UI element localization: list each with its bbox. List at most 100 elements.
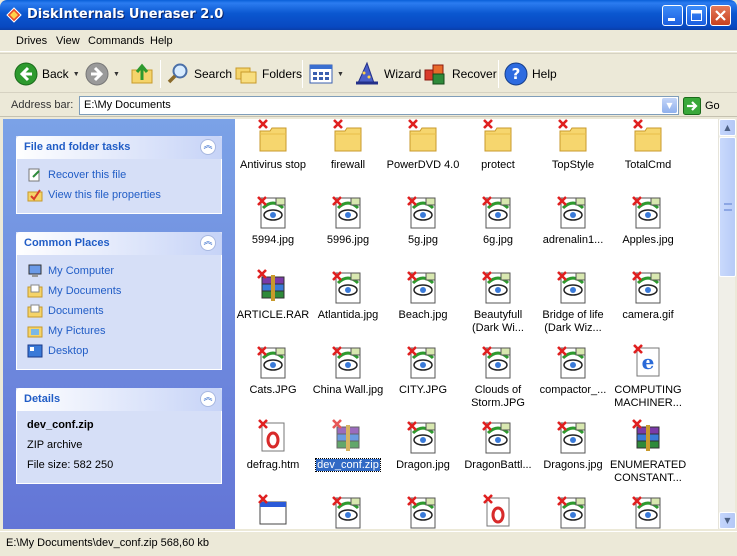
collapse-chevron-icon[interactable]: ︽ bbox=[200, 391, 216, 407]
place-my-computer[interactable]: My Computer bbox=[27, 261, 211, 281]
views-button[interactable]: ▼ bbox=[309, 59, 344, 89]
address-value: E:\My Documents bbox=[84, 99, 171, 111]
collapse-chevron-icon[interactable]: ︽ bbox=[200, 139, 216, 155]
menu-help[interactable]: Help bbox=[150, 35, 173, 47]
folder-file-icon bbox=[556, 119, 590, 155]
file-item[interactable]: Cats.JPG bbox=[235, 344, 311, 397]
documents-folder-icon bbox=[27, 304, 43, 318]
vertical-scrollbar[interactable]: ▲ ▼ bbox=[718, 119, 736, 529]
file-item[interactable] bbox=[535, 494, 611, 529]
file-name: 5996.jpg bbox=[310, 234, 386, 247]
file-item[interactable]: PowerDVD 4.0 bbox=[385, 119, 461, 172]
file-item[interactable]: ENUMERATED CONSTANT... bbox=[610, 419, 686, 485]
file-item[interactable]: Dragon.jpg bbox=[385, 419, 461, 472]
file-item[interactable]: Clouds of Storm.JPG bbox=[460, 344, 536, 410]
file-item[interactable]: CITY.JPG bbox=[385, 344, 461, 397]
scroll-down-button[interactable]: ▼ bbox=[719, 512, 736, 529]
file-item[interactable]: Beautyfull (Dark Wi... bbox=[460, 269, 536, 335]
folders-label: Folders bbox=[262, 67, 303, 81]
maximize-button[interactable] bbox=[686, 5, 707, 26]
views-icon bbox=[309, 64, 333, 84]
file-item[interactable] bbox=[460, 494, 536, 529]
forward-arrow-icon bbox=[85, 62, 109, 86]
forward-dropdown-icon[interactable]: ▼ bbox=[113, 71, 120, 78]
file-item[interactable]: ARTICLE.RAR bbox=[235, 269, 311, 322]
file-item[interactable]: e COMPUTING MACHINER... bbox=[610, 344, 686, 410]
menu-commands[interactable]: Commands bbox=[88, 35, 144, 47]
details-header[interactable]: Details ︽ bbox=[16, 388, 222, 411]
place-my-pictures[interactable]: My Pictures bbox=[27, 321, 211, 341]
help-button[interactable]: ? Help bbox=[504, 59, 557, 89]
search-button[interactable]: Search bbox=[166, 59, 232, 89]
file-name: 5g.jpg bbox=[385, 234, 461, 247]
views-dropdown-icon[interactable]: ▼ bbox=[337, 71, 344, 78]
task-view-properties[interactable]: View this file properties bbox=[27, 185, 211, 205]
search-label: Search bbox=[194, 67, 233, 81]
place-desktop[interactable]: Desktop bbox=[27, 341, 211, 361]
file-item[interactable]: Dragons.jpg bbox=[535, 419, 611, 472]
file-name: Dragons.jpg bbox=[535, 459, 611, 472]
file-item[interactable]: DragonBattl... bbox=[460, 419, 536, 472]
file-item[interactable]: 6g.jpg bbox=[460, 194, 536, 247]
file-item[interactable]: Atlantida.jpg bbox=[310, 269, 386, 322]
file-item[interactable]: 5g.jpg bbox=[385, 194, 461, 247]
file-item[interactable]: camera.gif bbox=[610, 269, 686, 322]
place-documents[interactable]: Documents bbox=[27, 301, 211, 321]
file-name-text: 6g.jpg bbox=[483, 234, 513, 246]
up-folder-button[interactable] bbox=[130, 59, 154, 89]
image-file-icon bbox=[331, 194, 365, 230]
file-item[interactable] bbox=[310, 494, 386, 529]
svg-text:?: ? bbox=[512, 65, 521, 83]
file-item[interactable]: firewall bbox=[310, 119, 386, 172]
file-item[interactable]: compactor_... bbox=[535, 344, 611, 397]
file-item[interactable]: adrenalin1... bbox=[535, 194, 611, 247]
menu-drives[interactable]: Drives bbox=[16, 35, 47, 47]
place-my-documents[interactable]: My Documents bbox=[27, 281, 211, 301]
file-tasks-header[interactable]: File and folder tasks ︽ bbox=[16, 136, 222, 159]
file-item[interactable]: protect bbox=[460, 119, 536, 172]
folders-button[interactable]: Folders bbox=[234, 59, 302, 89]
back-dropdown-icon[interactable]: ▼ bbox=[73, 71, 80, 78]
status-text: E:\My Documents\dev_conf.zip 568,60 kb bbox=[6, 537, 209, 549]
file-name: firewall bbox=[310, 159, 386, 172]
collapse-chevron-icon[interactable]: ︽ bbox=[200, 235, 216, 251]
file-item[interactable] bbox=[610, 494, 686, 529]
address-dropdown-icon[interactable]: ▼ bbox=[662, 98, 677, 113]
minimize-button[interactable] bbox=[662, 5, 683, 26]
address-input[interactable]: E:\My Documents ▼ bbox=[79, 96, 679, 115]
file-item[interactable]: China Wall.jpg bbox=[310, 344, 386, 397]
file-item[interactable]: Antivirus stop bbox=[235, 119, 311, 172]
recover-button[interactable]: Recover bbox=[422, 59, 497, 89]
image-file-icon bbox=[481, 344, 515, 380]
file-item[interactable]: TotalCmd bbox=[610, 119, 686, 172]
common-places-header[interactable]: Common Places ︽ bbox=[16, 232, 222, 255]
forward-button[interactable]: ▼ bbox=[85, 59, 120, 89]
image-file-icon bbox=[481, 194, 515, 230]
recover-label: Recover bbox=[452, 67, 497, 81]
file-item[interactable]: dev_conf.zip bbox=[310, 419, 386, 472]
file-item[interactable] bbox=[385, 494, 461, 529]
scroll-up-button[interactable]: ▲ bbox=[719, 119, 736, 136]
scroll-thumb[interactable] bbox=[719, 137, 736, 277]
file-item[interactable]: Apples.jpg bbox=[610, 194, 686, 247]
file-name-text: Antivirus stop bbox=[239, 159, 307, 171]
task-recover-file[interactable]: Recover this file bbox=[27, 165, 211, 185]
menu-view[interactable]: View bbox=[56, 35, 80, 47]
file-item[interactable] bbox=[235, 494, 311, 529]
file-item[interactable]: Beach.jpg bbox=[385, 269, 461, 322]
wizard-button[interactable]: Wizard bbox=[354, 59, 421, 89]
close-button[interactable] bbox=[710, 5, 731, 26]
back-button[interactable]: Back ▼ bbox=[14, 59, 80, 89]
image-file-icon bbox=[256, 194, 290, 230]
file-name: COMPUTING MACHINER... bbox=[610, 384, 686, 410]
file-name-text: ARTICLE.RAR bbox=[236, 309, 310, 321]
archive-file-icon bbox=[256, 269, 290, 305]
close-icon bbox=[715, 10, 726, 21]
file-name: DragonBattl... bbox=[460, 459, 536, 472]
file-item[interactable]: Bridge of life (Dark Wiz... bbox=[535, 269, 611, 335]
file-item[interactable]: TopStyle bbox=[535, 119, 611, 172]
go-button[interactable]: Go bbox=[683, 96, 720, 115]
file-item[interactable]: 5994.jpg bbox=[235, 194, 311, 247]
file-item[interactable]: defrag.htm bbox=[235, 419, 311, 472]
file-item[interactable]: 5996.jpg bbox=[310, 194, 386, 247]
